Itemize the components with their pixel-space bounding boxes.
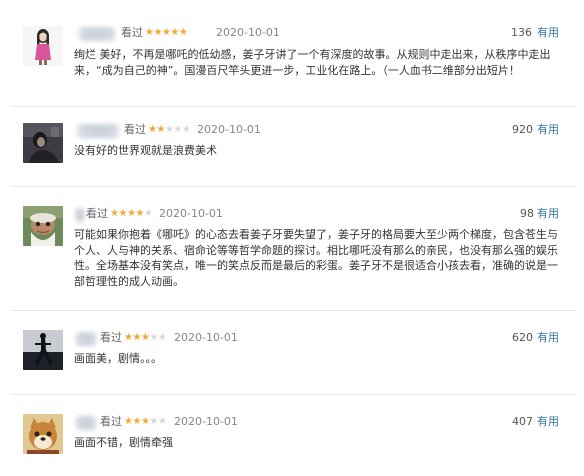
divider — [10, 106, 576, 107]
star-filled-icon: ★ — [156, 124, 165, 135]
divider — [10, 394, 576, 395]
star-empty-icon: ★ — [181, 124, 191, 135]
star-filled-icon: ★ — [153, 27, 162, 38]
review-content: 画面不错，剧情牵强 — [74, 436, 173, 449]
review-date: 2020-10-01 — [197, 123, 261, 136]
rating-stars: ★★★★★ — [145, 26, 188, 40]
vote-count: 620 — [512, 331, 533, 344]
rating-stars: ★★★★★ — [124, 415, 167, 429]
seen-label: 看过 — [86, 207, 108, 220]
divider — [10, 186, 576, 187]
girl-avatar[interactable] — [23, 26, 63, 66]
seen-label: 看过 — [100, 415, 122, 428]
review-date: 2020-10-01 — [174, 415, 238, 428]
review-content: 绚烂 美好，不再是哪吒的低幼感，姜子牙讲了一个有深度的故事。从规则中走出来，从秩… — [74, 48, 551, 77]
username[interactable] — [76, 27, 118, 41]
star-filled-icon: ★ — [132, 416, 141, 427]
seen-label: 看过 — [121, 26, 143, 39]
dark-portrait-avatar[interactable] — [23, 123, 63, 163]
star-empty-icon: ★ — [173, 124, 182, 135]
useful-button[interactable]: 有用 — [537, 207, 559, 221]
star-filled-icon: ★ — [118, 208, 127, 219]
star-empty-icon: ★ — [157, 332, 167, 343]
star-filled-icon: ★ — [170, 27, 179, 38]
silhouette-avatar[interactable] — [23, 330, 63, 370]
useful-button[interactable]: 有用 — [537, 415, 559, 429]
star-empty-icon: ★ — [149, 332, 158, 343]
star-filled-icon: ★ — [178, 27, 188, 38]
star-filled-icon: ★ — [132, 332, 141, 343]
star-empty-icon: ★ — [149, 416, 158, 427]
useful-button[interactable]: 有用 — [537, 26, 559, 40]
useful-button[interactable]: 有用 — [537, 331, 559, 345]
review-content: 画面美，剧情。。。 — [74, 352, 162, 365]
username[interactable] — [74, 208, 86, 222]
rating-stars: ★★★★★ — [110, 207, 153, 221]
review-content: 没有好的世界观就是浪费美术 — [74, 144, 217, 157]
username[interactable] — [74, 124, 122, 138]
review-content: 可能如果你抱着《哪吒》的心态去看姜子牙要失望了，姜子牙的格局要大至少两个梯度，包… — [74, 228, 558, 288]
vote-count: 407 — [512, 415, 533, 428]
star-empty-icon: ★ — [157, 416, 167, 427]
rating-stars: ★★★★★ — [124, 331, 167, 345]
useful-button[interactable]: 有用 — [537, 123, 559, 137]
rating-stars: ★★★★★ — [148, 123, 191, 137]
vote-count: 920 — [512, 123, 533, 136]
vote-count: 98 — [520, 207, 534, 220]
username[interactable] — [74, 332, 98, 346]
star-empty-icon: ★ — [143, 208, 153, 219]
seen-label: 看过 — [124, 123, 146, 136]
divider — [10, 310, 576, 311]
username[interactable] — [74, 416, 98, 430]
star-filled-icon: ★ — [135, 208, 144, 219]
cartoon-avatar[interactable] — [23, 414, 63, 454]
seen-label: 看过 — [100, 331, 122, 344]
vote-count: 136 — [511, 26, 532, 39]
old-man-avatar[interactable] — [23, 206, 63, 246]
review-date: 2020-10-01 — [216, 26, 280, 39]
review-date: 2020-10-01 — [174, 331, 238, 344]
review-date: 2020-10-01 — [159, 207, 223, 220]
